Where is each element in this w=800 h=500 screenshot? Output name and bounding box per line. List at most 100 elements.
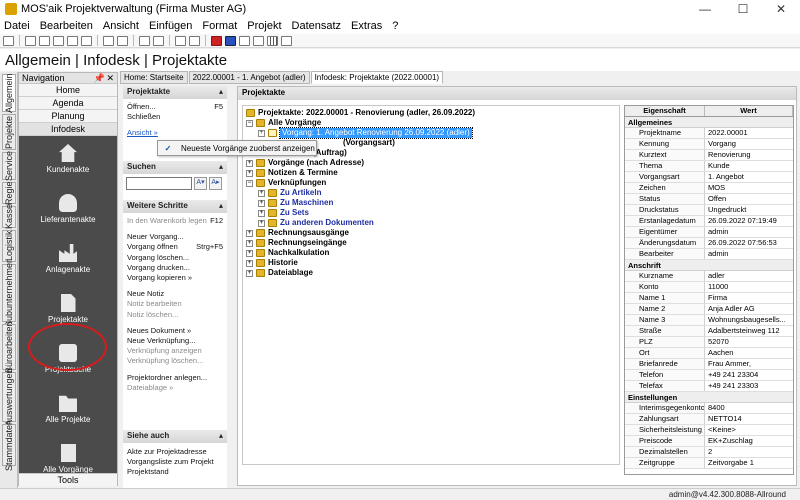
nav-item-lieferantenakte[interactable]: Lieferantenakte xyxy=(19,194,117,224)
menu-ansicht[interactable]: Ansicht xyxy=(103,20,139,32)
property-value[interactable]: 1. Angebot xyxy=(705,172,785,182)
action-vorgang-drucken[interactable]: Vorgang drucken... xyxy=(127,263,190,273)
property-row[interactable]: Name 3 Wohnungsbaugesells... xyxy=(625,315,793,326)
property-value[interactable]: 2 xyxy=(705,447,785,457)
nav-item-anlagenakte[interactable]: Anlagenakte xyxy=(19,244,117,274)
redo-icon[interactable] xyxy=(117,35,128,46)
property-value[interactable]: 26.09.2022 07:56:53 xyxy=(705,238,785,248)
property-value[interactable]: Firma xyxy=(705,293,785,303)
property-row[interactable]: Kurztext Renovierung xyxy=(625,150,793,161)
user-icon[interactable] xyxy=(225,35,236,46)
property-row[interactable]: PLZ 52070 xyxy=(625,337,793,348)
vtab-allgemein[interactable]: Allgemein xyxy=(2,73,16,113)
table-icon[interactable] xyxy=(267,35,278,46)
expand-icon[interactable]: + xyxy=(246,249,253,257)
arrow-up-icon[interactable] xyxy=(139,35,150,46)
tree-node-zu-sets[interactable]: + Zu Sets xyxy=(258,208,309,218)
property-row[interactable]: Telefax +49 241 23303 xyxy=(625,381,793,392)
close-icon[interactable]: ✕ xyxy=(106,73,114,84)
vtab-service[interactable]: Service xyxy=(2,151,16,181)
cut-icon[interactable] xyxy=(53,35,64,46)
chevron-up-icon[interactable]: ▴ xyxy=(219,431,223,440)
expand-icon[interactable]: + xyxy=(246,159,253,167)
vtab-projekte[interactable]: Projekte xyxy=(2,114,16,150)
vtab-bueroarbeiten[interactable]: Büroarbeiten xyxy=(2,321,16,373)
property-value[interactable]: 11000 xyxy=(705,282,785,292)
property-row[interactable]: Kennung Vorgang xyxy=(625,139,793,150)
section-header-weitere-schritte[interactable]: Weitere Schritte ▴ xyxy=(123,200,227,213)
property-value[interactable]: Vorgang xyxy=(705,139,785,149)
property-row[interactable]: Zeichen MOS xyxy=(625,183,793,194)
action-neue-verknuepfung[interactable]: Neue Verknüpfung... xyxy=(127,336,195,346)
chevron-up-icon[interactable]: ▴ xyxy=(219,87,223,96)
property-row[interactable]: Konto 11000 xyxy=(625,282,793,293)
tab-startseite[interactable]: Home: Startseite xyxy=(120,71,188,84)
property-value[interactable]: admin xyxy=(705,227,785,237)
property-value[interactable]: 2022.00001 xyxy=(705,128,785,138)
tree-node-verknuepfungen[interactable]: − Verknüpfungen xyxy=(246,178,326,188)
nav-button-infodesk[interactable]: Infodesk xyxy=(19,123,117,136)
property-row[interactable]: Status Offen xyxy=(625,194,793,205)
search-down-icon[interactable]: A▾ xyxy=(194,177,207,190)
property-value[interactable]: Adalbertsteinweg 112 xyxy=(705,326,785,336)
nav-item-alle-projekte[interactable]: Alle Projekte xyxy=(19,394,117,424)
copy-icon[interactable] xyxy=(67,35,78,46)
window-icon[interactable] xyxy=(239,35,250,46)
action-neuer-vorgang[interactable]: Neuer Vorgang... xyxy=(127,232,184,242)
property-value[interactable]: NETTO14 xyxy=(705,414,785,424)
property-row[interactable]: Telefon +49 241 23304 xyxy=(625,370,793,381)
property-value[interactable]: Aachen xyxy=(705,348,785,358)
property-row[interactable]: Dezimalstellen 2 xyxy=(625,447,793,458)
property-value[interactable]: Zeitvorgabe 1 xyxy=(705,458,785,468)
grid-icon[interactable] xyxy=(281,35,292,46)
property-value[interactable]: Kunde xyxy=(705,161,785,171)
expand-icon[interactable]: + xyxy=(246,259,253,267)
property-value[interactable]: Ungedruckt xyxy=(705,205,785,215)
menu-datei[interactable]: Datei xyxy=(4,20,30,32)
menu-projekt[interactable]: Projekt xyxy=(247,20,281,32)
property-row[interactable]: Bearbeiter admin xyxy=(625,249,793,260)
expand-icon[interactable]: + xyxy=(258,189,265,197)
property-row[interactable]: Zahlungsart NETTO14 xyxy=(625,414,793,425)
property-row[interactable]: Ort Aachen xyxy=(625,348,793,359)
tree-root[interactable]: Projektakte: 2022.00001 - Renovierung (a… xyxy=(246,108,475,118)
menu-item-neueste-zuoberst[interactable]: Neueste Vorgänge zuoberst anzeigen xyxy=(181,144,315,153)
list-icon[interactable] xyxy=(253,35,264,46)
maximize-button[interactable]: ☐ xyxy=(724,2,762,16)
tree-node-zu-artikeln[interactable]: + Zu Artikeln xyxy=(258,188,321,198)
expand-icon[interactable]: + xyxy=(246,169,253,177)
vtab-subunternehmer[interactable]: Subunternehmer xyxy=(2,259,16,327)
property-value[interactable]: Wohnungsbaugesells... xyxy=(705,315,785,325)
nav-item-projektakte[interactable]: Projektakte xyxy=(19,294,117,324)
property-value[interactable]: <Keine> xyxy=(705,425,785,435)
nav-button-agenda[interactable]: Agenda xyxy=(19,97,117,110)
action-neues-dokument[interactable]: Neues Dokument » xyxy=(127,326,191,336)
action-ansicht[interactable]: Ansicht » xyxy=(127,128,158,138)
vtab-auswertungen[interactable]: Auswertungen xyxy=(2,368,16,426)
collapse-icon[interactable]: − xyxy=(246,119,253,127)
property-value[interactable]: 8400 xyxy=(705,403,785,413)
action-vorgang-oeffnen[interactable]: Vorgang öffnen xyxy=(127,242,178,252)
expand-icon[interactable]: + xyxy=(246,269,253,277)
collapse-icon[interactable]: − xyxy=(246,179,253,187)
property-row[interactable]: Interimsgegenkonto 8400 xyxy=(625,403,793,414)
property-section-header[interactable]: Anschrift xyxy=(625,260,793,271)
property-value[interactable]: admin xyxy=(705,249,785,259)
vtab-logistik[interactable]: Logistik xyxy=(2,230,16,262)
tree-node-nach-adresse[interactable]: + Vorgänge (nach Adresse) xyxy=(246,158,364,168)
property-value[interactable]: Anja Adler AG xyxy=(705,304,785,314)
nav-button-home[interactable]: Home xyxy=(19,84,117,97)
tree-node-selected-vorgang[interactable]: + Vorgang: 1. Angebot Renovierung 26.09.2… xyxy=(258,127,473,139)
property-row[interactable]: Preiscode EK+Zuschlag xyxy=(625,436,793,447)
paste-icon[interactable] xyxy=(81,35,92,46)
property-value[interactable]: Renovierung xyxy=(705,150,785,160)
nav-item-kundenakte[interactable]: Kundenakte xyxy=(19,144,117,174)
nav-item-alle-vorgaenge[interactable]: Alle Vorgänge xyxy=(19,444,117,474)
vtab-regie[interactable]: Regie xyxy=(2,181,16,205)
expand-icon[interactable]: + xyxy=(258,219,265,227)
property-value[interactable]: +49 241 23303 xyxy=(705,381,785,391)
property-value[interactable]: 52070 xyxy=(705,337,785,347)
tree-node-alle-vorgaenge[interactable]: − Alle Vorgänge xyxy=(246,118,321,128)
property-row[interactable]: Sicherheitsleistung <Keine> xyxy=(625,425,793,436)
section-header-projektakte[interactable]: Projektakte ▴ xyxy=(123,86,227,99)
